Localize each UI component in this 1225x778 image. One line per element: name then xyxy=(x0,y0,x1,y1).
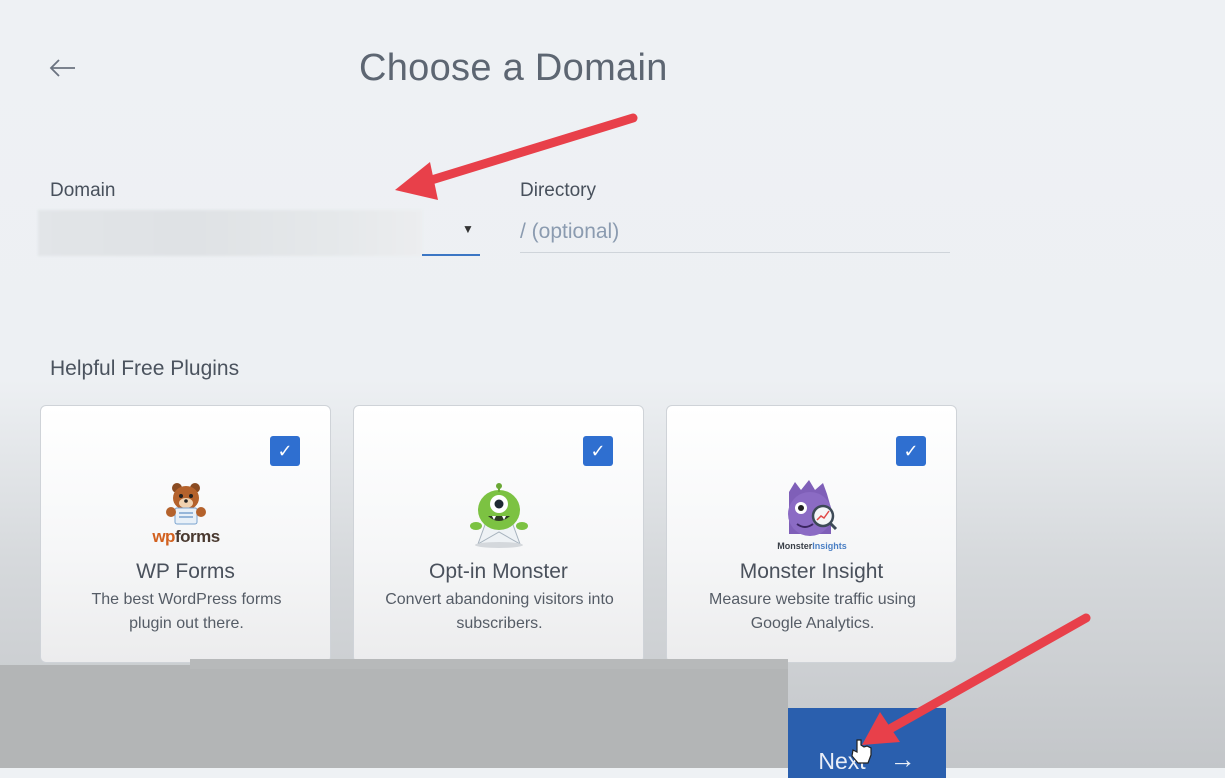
svg-text:wpforms: wpforms xyxy=(151,527,219,546)
footer-bar xyxy=(0,659,788,768)
caret-down-icon: ▼ xyxy=(462,222,474,236)
checkmark-icon: ✓ xyxy=(277,440,293,461)
plugin-description: Convert abandoning visitors into subscri… xyxy=(385,591,614,632)
directory-label: Directory xyxy=(520,180,597,201)
arrow-left-icon xyxy=(49,59,75,77)
monsterinsight-checkbox[interactable]: ✓ xyxy=(896,436,926,466)
plugin-description: The best WordPress forms plugin out ther… xyxy=(91,591,282,632)
back-button[interactable] xyxy=(48,54,78,82)
monsterinsights-logo: MonsterInsights xyxy=(667,478,956,551)
svg-text:MonsterInsights: MonsterInsights xyxy=(777,541,847,551)
plugin-name: Opt-in Monster xyxy=(429,560,568,583)
plugin-card-optinmonster[interactable]: ✓ Opt-in Monster Convert abandoning visi… xyxy=(353,405,644,663)
footer-bar-tab xyxy=(190,659,788,669)
checkmark-icon: ✓ xyxy=(590,440,606,461)
arrow-right-icon: → xyxy=(889,744,916,774)
annotation-arrow-domain xyxy=(395,113,638,200)
domain-label: Domain xyxy=(50,180,116,201)
plugin-card-wpforms[interactable]: ✓ wpforms WP Forms The best WordPress fo… xyxy=(40,405,331,663)
domain-value-redacted xyxy=(38,210,422,256)
plugin-description: Measure website traffic using Google Ana… xyxy=(709,591,916,632)
plugins-heading: Helpful Free Plugins xyxy=(50,357,240,380)
optinmonster-checkbox[interactable]: ✓ xyxy=(583,436,613,466)
plugin-card-monsterinsight[interactable]: ✓ MonsterInsights Monster Insight Measur… xyxy=(666,405,957,663)
page-title: Choose a Domain xyxy=(359,47,668,89)
next-button-label: Next xyxy=(818,748,866,774)
domain-select-underline xyxy=(422,254,480,256)
wpforms-logo: wpforms xyxy=(41,478,330,550)
directory-input[interactable] xyxy=(520,212,950,253)
domain-select[interactable]: ▼ xyxy=(38,210,480,256)
plugin-name: Monster Insight xyxy=(739,560,884,583)
checkmark-icon: ✓ xyxy=(903,440,919,461)
wpforms-checkbox[interactable]: ✓ xyxy=(270,436,300,466)
optinmonster-logo xyxy=(354,478,643,550)
plugin-name: WP Forms xyxy=(136,560,235,583)
